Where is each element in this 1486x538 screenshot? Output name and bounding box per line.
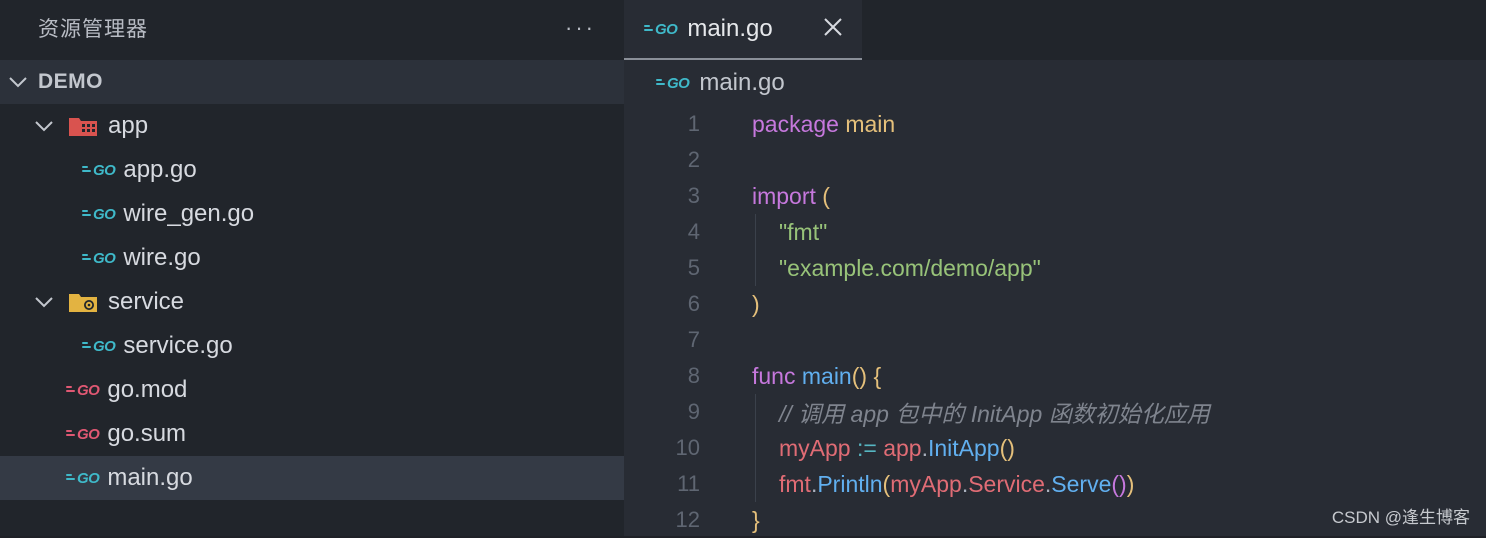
code-line: 3 import ( bbox=[624, 178, 1486, 214]
go-file-icon: GO bbox=[644, 21, 678, 38]
tree-file-wire-go[interactable]: GO wire.go bbox=[0, 236, 624, 280]
tab-bar: GO main.go bbox=[624, 0, 1486, 60]
line-number: 8 bbox=[687, 363, 700, 388]
line-number: 5 bbox=[687, 255, 700, 280]
explorer-header: 资源管理器 ··· bbox=[0, 0, 624, 56]
chevron-down-icon bbox=[32, 290, 56, 314]
go-file-icon: GO bbox=[82, 338, 116, 355]
breadcrumb: GO main.go bbox=[624, 60, 1486, 106]
tree-folder-service[interactable]: service bbox=[0, 280, 624, 324]
close-icon[interactable] bbox=[820, 14, 846, 40]
tab-label: main.go bbox=[687, 15, 773, 42]
code-line: 8 func main() { bbox=[624, 358, 1486, 394]
tree-item-label: wire_gen.go bbox=[123, 200, 255, 227]
tree-item-label: go.mod bbox=[107, 376, 188, 403]
tree-file-go-sum[interactable]: GO go.sum bbox=[0, 412, 624, 456]
code-line: 9 // 调用 app 包中的 InitApp 函数初始化应用 bbox=[624, 394, 1486, 430]
explorer-sidebar: 资源管理器 ··· DEMO app GO app.go GO wire_gen… bbox=[0, 0, 624, 536]
tree-item-label: go.sum bbox=[107, 420, 187, 447]
tree-file-app-go[interactable]: GO app.go bbox=[0, 148, 624, 192]
comment: // 调用 app 包中的 InitApp 函数初始化应用 bbox=[779, 401, 1210, 427]
folder-service-icon bbox=[68, 291, 98, 313]
tab-main-go[interactable]: GO main.go bbox=[624, 0, 862, 60]
go-mod-icon: GO bbox=[66, 426, 100, 443]
code-line: 4 "fmt" bbox=[624, 214, 1486, 250]
line-number: 11 bbox=[677, 471, 700, 496]
go-file-icon: GO bbox=[82, 250, 116, 267]
go-mod-icon: GO bbox=[66, 382, 100, 399]
tree-item-label: main.go bbox=[107, 464, 193, 491]
editor-pane: GO main.go GO main.go 1 package main 2 3… bbox=[624, 0, 1486, 536]
line-number: 4 bbox=[687, 219, 700, 244]
package-name: main bbox=[845, 110, 896, 137]
workspace-section-header[interactable]: DEMO bbox=[0, 60, 624, 104]
string-literal: "fmt" bbox=[779, 218, 828, 245]
keyword: package bbox=[752, 110, 839, 137]
tree-file-service-go[interactable]: GO service.go bbox=[0, 324, 624, 368]
line-number: 9 bbox=[687, 399, 700, 424]
chevron-down-icon bbox=[32, 114, 56, 138]
keyword: func bbox=[752, 362, 796, 389]
line-number: 12 bbox=[675, 507, 700, 532]
line-number: 10 bbox=[675, 435, 700, 460]
line-number: 6 bbox=[687, 291, 700, 316]
tree-file-go-mod[interactable]: GO go.mod bbox=[0, 368, 624, 412]
tree-item-label: wire.go bbox=[123, 244, 201, 271]
string-literal: "example.com/demo/app" bbox=[779, 254, 1041, 281]
chevron-down-icon bbox=[6, 70, 30, 94]
code-area[interactable]: 1 package main 2 3 import ( 4 "fmt" 5 "e… bbox=[624, 106, 1486, 538]
go-file-icon: GO bbox=[656, 75, 690, 92]
explorer-title: 资源管理器 bbox=[38, 18, 148, 41]
workspace-name: DEMO bbox=[38, 70, 103, 93]
go-file-icon: GO bbox=[82, 162, 116, 179]
go-file-icon: GO bbox=[82, 206, 116, 223]
code-line: 2 bbox=[624, 142, 1486, 178]
tree-item-label: service bbox=[108, 288, 185, 315]
code-line: 6 ) bbox=[624, 286, 1486, 322]
code-line: 1 package main bbox=[624, 106, 1486, 142]
code-line: 5 "example.com/demo/app" bbox=[624, 250, 1486, 286]
tree-item-label: app bbox=[108, 112, 149, 139]
line-number: 3 bbox=[687, 183, 700, 208]
line-number: 7 bbox=[687, 327, 700, 352]
tree-file-wire-gen-go[interactable]: GO wire_gen.go bbox=[0, 192, 624, 236]
tree-folder-app[interactable]: app bbox=[0, 104, 624, 148]
tree-item-label: app.go bbox=[123, 156, 197, 183]
tree-item-label: service.go bbox=[123, 332, 233, 359]
line-number: 1 bbox=[687, 111, 700, 136]
go-file-icon: GO bbox=[66, 470, 100, 487]
more-actions-button[interactable]: ··· bbox=[565, 15, 596, 41]
function-name: main bbox=[801, 362, 852, 389]
breadcrumb-item[interactable]: main.go bbox=[699, 69, 784, 97]
folder-app-icon bbox=[68, 115, 98, 137]
code-line: 10 myApp := app.InitApp() bbox=[624, 430, 1486, 466]
tree-file-main-go[interactable]: GO main.go bbox=[0, 456, 624, 500]
line-number: 2 bbox=[687, 147, 700, 172]
code-line: 11 fmt.Println(myApp.Service.Serve()) bbox=[624, 466, 1486, 502]
keyword: import bbox=[752, 182, 816, 209]
code-line: 7 bbox=[624, 322, 1486, 358]
watermark: CSDN @逢生博客 bbox=[1331, 508, 1470, 527]
